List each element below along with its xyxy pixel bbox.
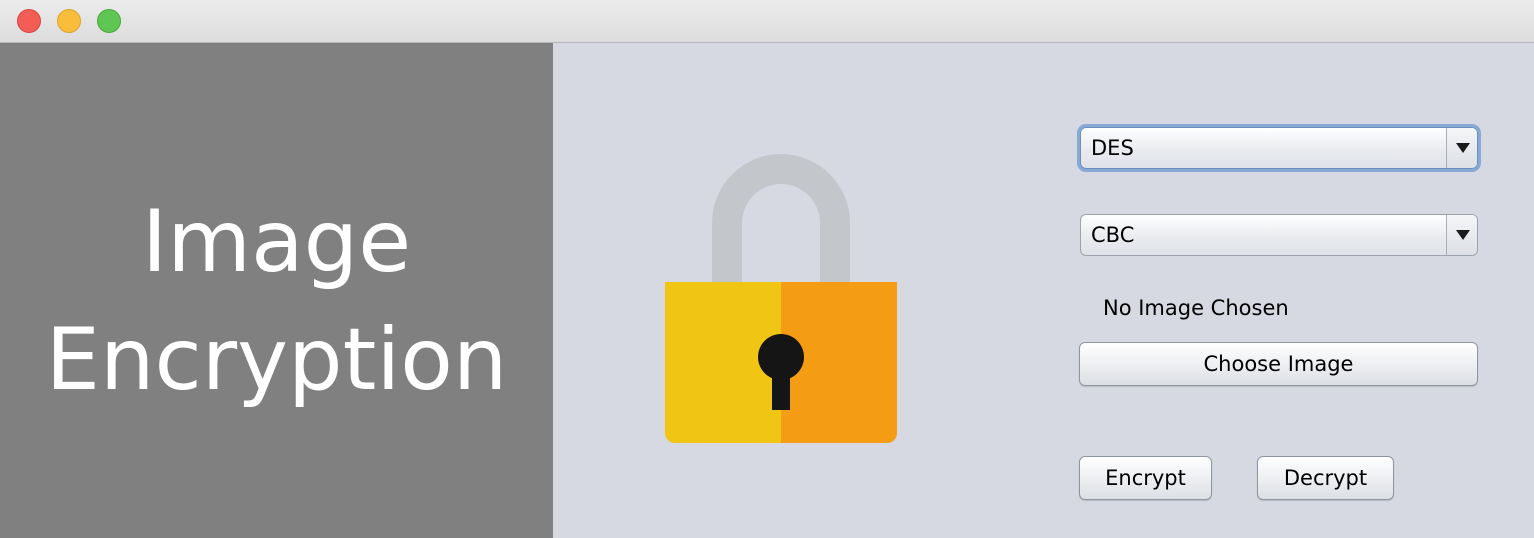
keyhole-slot bbox=[772, 363, 790, 410]
decrypt-button[interactable]: Decrypt bbox=[1257, 456, 1394, 500]
app-title: Image Encryption bbox=[0, 183, 553, 419]
algorithm-select[interactable]: DES bbox=[1080, 127, 1478, 169]
mode-select[interactable]: CBC bbox=[1080, 214, 1478, 256]
algorithm-select-toggle[interactable] bbox=[1446, 128, 1477, 168]
minimize-window-button[interactable] bbox=[57, 9, 81, 33]
algorithm-select-value: DES bbox=[1091, 136, 1134, 160]
close-window-button[interactable] bbox=[17, 9, 41, 33]
window-titlebar bbox=[0, 0, 1534, 43]
mode-select-value: CBC bbox=[1091, 223, 1135, 247]
padlock-icon bbox=[660, 145, 902, 445]
chevron-down-icon bbox=[1456, 143, 1470, 153]
chevron-down-icon bbox=[1456, 230, 1470, 240]
choose-image-button[interactable]: Choose Image bbox=[1079, 342, 1478, 386]
mode-select-toggle[interactable] bbox=[1446, 215, 1477, 255]
app-title-line-2: Encryption bbox=[45, 310, 508, 410]
app-title-line-1: Image bbox=[141, 192, 412, 292]
padlock-shackle bbox=[712, 154, 850, 285]
maximize-window-button[interactable] bbox=[97, 9, 121, 33]
encrypt-button[interactable]: Encrypt bbox=[1079, 456, 1212, 500]
title-panel: Image Encryption bbox=[0, 43, 553, 538]
image-status-label: No Image Chosen bbox=[1103, 296, 1289, 320]
